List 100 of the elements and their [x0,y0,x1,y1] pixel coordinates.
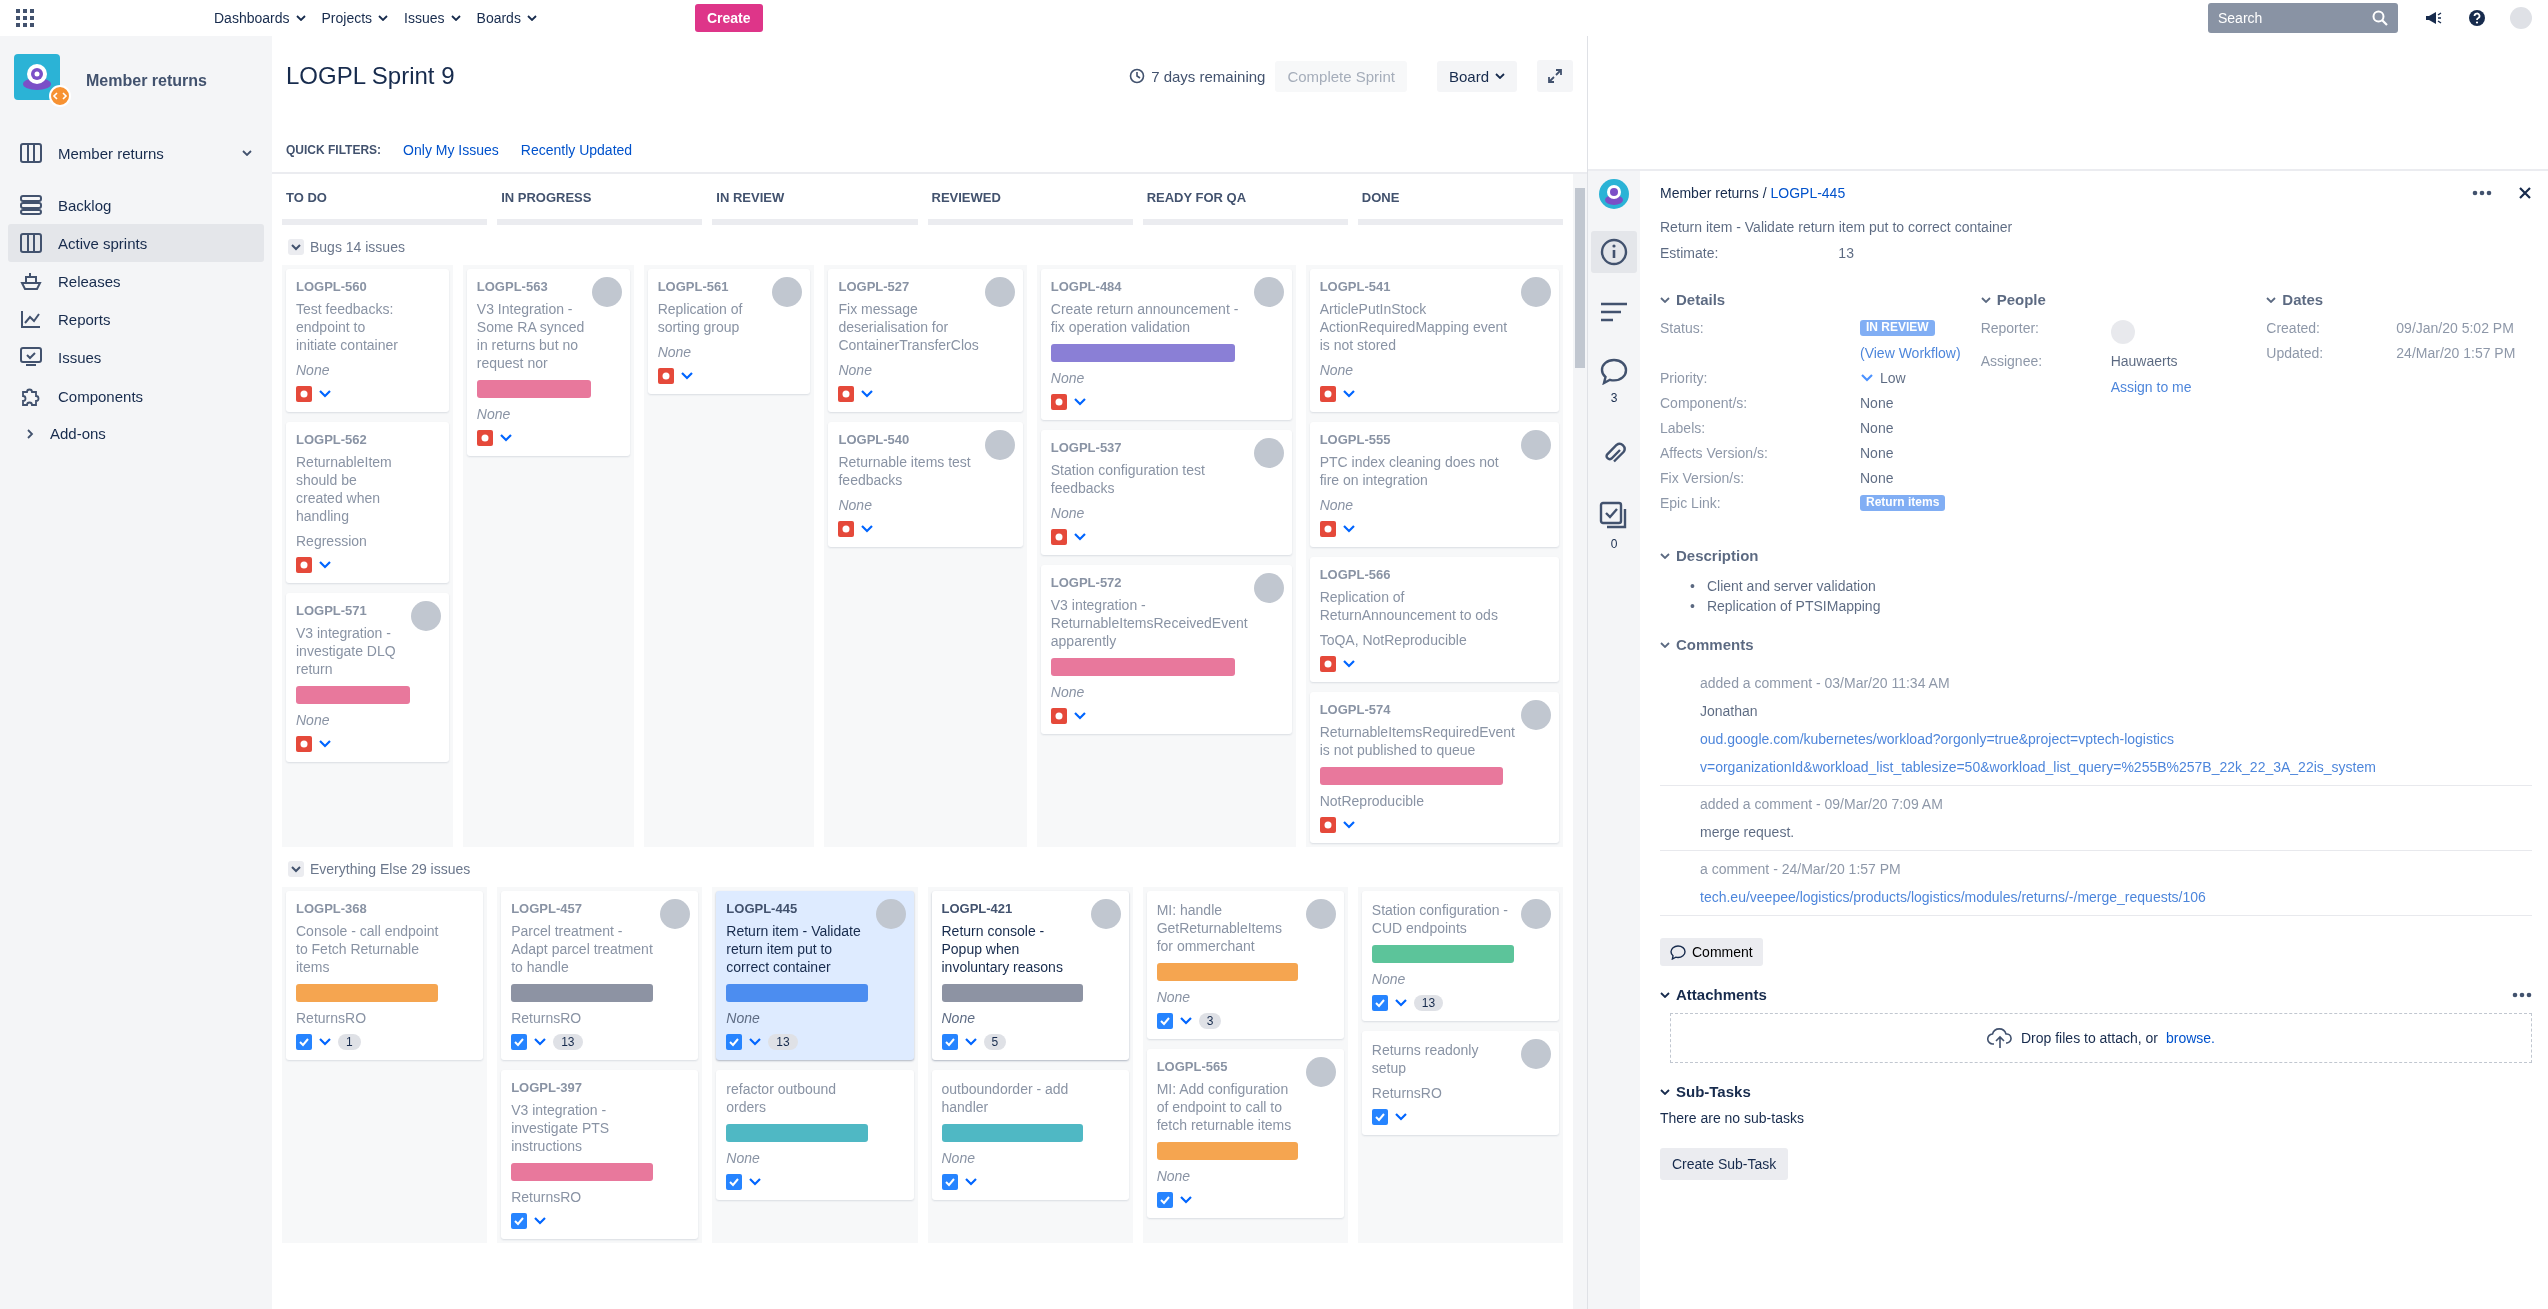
issue-card[interactable]: outboundorder - add handler None [931,1070,1129,1200]
scrollbar[interactable] [1573,174,1587,1309]
field-label: Created: [2266,320,2321,336]
board-button[interactable]: Board [1436,60,1517,92]
issue-card[interactable]: LOGPL-562 ReturnableItem should be created when handling Regression [286,422,449,583]
swimlane-header[interactable]: Bugs 14 issues [282,225,1563,265]
issue-key[interactable]: LOGPL-561 [657,279,729,294]
issue-card[interactable]: Station configuration - CUD endpoints None 13 [1361,891,1559,1021]
issue-key[interactable]: LOGPL-421 [941,901,1013,916]
expand-button[interactable] [1537,60,1573,92]
issue-card[interactable]: LOGPL-566 Replication of ReturnAnnouncement to ods ToQA, NotReproducible [1309,557,1559,682]
issue-card[interactable]: LOGPL-540 Returnable items test feedbacks None [828,422,1023,547]
close-icon[interactable] [2518,186,2532,200]
help-icon[interactable] [2468,9,2486,27]
issue-card[interactable]: Returns readonly setup ReturnsRO [1361,1031,1559,1135]
complete-sprint-button[interactable]: Complete Sprint [1275,60,1407,92]
section-header[interactable]: People [1980,291,2247,308]
issue-card[interactable]: LOGPL-572 V3 integration - ReturnableItemsReceivedEvent apparently None [1040,565,1292,734]
assign-link[interactable]: Assign to me [2110,379,2247,395]
issue-key[interactable]: LOGPL-574 [1319,702,1391,717]
nav-menu[interactable]: Projects [313,6,397,30]
issue-card[interactable]: refactor outbound orders None [716,1070,914,1200]
section-header[interactable]: Description [1660,547,2532,564]
remaining-time: 7 days remaining [1151,67,1266,85]
issue-card[interactable]: LOGPL-537 Station configuration test feedbacks None [1040,430,1292,555]
issue-title: MI: handle GetReturnableItems for ommerchant [1156,901,1283,955]
section-header[interactable]: Attachments [1660,986,1767,1003]
apps-grid-icon[interactable] [16,9,34,27]
board-selector[interactable]: Member returns [8,134,264,172]
priority-icon [1341,659,1356,669]
swimlane-header[interactable]: Everything Else 29 issues [282,847,1563,887]
comment-button[interactable]: Comment [1660,938,1763,966]
issue-card[interactable]: LOGPL-421 Return console - Popup when involuntary reasons None 5 [931,891,1129,1060]
issue-key[interactable]: LOGPL-537 [1050,440,1122,455]
issue-card[interactable]: LOGPL-561 Replication of sorting group None [647,269,811,394]
section-header[interactable]: Details [1660,291,1961,308]
caret-icon [1660,552,1670,559]
issue-key[interactable]: LOGPL-563 [476,279,548,294]
megaphone-icon[interactable] [2424,10,2442,26]
sidebar-item[interactable]: Reports [8,300,264,338]
workflow-link[interactable]: (View Workflow) [1860,345,1961,361]
issue-card[interactable]: LOGPL-484 Create return announcement - fix operation validation None [1040,269,1292,420]
sidebar-item[interactable]: Releases [8,262,264,300]
issue-key[interactable]: LOGPL-484 [1050,279,1122,294]
panel-tab[interactable]: 3 [1591,351,1637,411]
sidebar-item[interactable]: Backlog [8,186,264,224]
issue-key[interactable]: LOGPL-565 [1156,1059,1228,1074]
search-field[interactable]: Search [2208,3,2398,33]
sidebar-item[interactable]: Components [8,376,264,416]
issue-card[interactable]: LOGPL-571 V3 integration - investigate DLQ return None [286,593,449,762]
issue-key[interactable]: LOGPL-527 [838,279,910,294]
issue-card[interactable]: LOGPL-397 V3 integration - investigate PTS instructions ReturnsRO [501,1070,699,1239]
sidebar-item[interactable]: Active sprints [8,224,264,262]
issue-key[interactable]: LOGPL-560 [296,279,367,294]
issue-card[interactable]: LOGPL-527 Fix message deserialisation for ContainerTransferClos None [828,269,1023,412]
browse-link[interactable]: browse. [2165,1030,2215,1046]
issue-key[interactable]: LOGPL-541 [1319,279,1391,294]
issue-key[interactable]: LOGPL-566 [1319,567,1391,582]
quick-filter[interactable]: Only My Issues [403,140,499,160]
issue-key[interactable]: LOGPL-571 [296,603,367,618]
issue-key[interactable]: LOGPL-457 [511,901,582,916]
issue-card[interactable]: LOGPL-565 MI: Add configuration of endpoint to call to fetch returnable items None [1146,1049,1344,1218]
section-header[interactable]: Sub-Tasks [1660,1083,1751,1100]
issue-key[interactable]: LOGPL-555 [1319,432,1391,447]
panel-tab[interactable] [1591,231,1637,273]
drop-zone[interactable]: Drop files to attach, or browse. [1670,1013,2532,1063]
search-icon [2372,10,2388,26]
issue-card[interactable]: LOGPL-541 ArticlePutInStock ActionRequiredMapping event is not stored None [1309,269,1559,412]
issue-card[interactable]: LOGPL-457 Parcel treatment - Adapt parcel treatment to handle ReturnsRO 13 [501,891,699,1060]
create-subtask-button[interactable]: Create Sub-Task [1660,1148,1789,1180]
section-header[interactable]: Dates [2266,291,2532,308]
chevron-down-icon [288,861,304,877]
more-icon[interactable] [2512,991,2532,998]
issue-key[interactable]: LOGPL-445 [726,901,798,916]
issue-card[interactable]: LOGPL-368 Console - call endpoint to Fetch Returnable items ReturnsRO 1 [286,891,484,1060]
issue-link[interactable]: LOGPL-445 [1770,185,1846,201]
issue-card[interactable]: LOGPL-555 PTC index cleaning does not fire on integration None [1309,422,1559,547]
nav-menu[interactable]: Dashboards [206,6,314,30]
issue-key[interactable]: LOGPL-397 [511,1080,582,1095]
issue-card[interactable]: LOGPL-445 Return item - Validate return item put to correct container None 13 [716,891,914,1060]
cloud-upload-icon [1987,1027,2013,1049]
issue-card[interactable]: LOGPL-560 Test feedbacks: endpoint to initiate container None [286,269,449,412]
issue-card[interactable]: MI: handle GetReturnableItems for ommerchant None 3 [1146,891,1344,1039]
nav-menu[interactable]: Boards [468,6,545,30]
issue-key[interactable]: LOGPL-540 [838,432,910,447]
sidebar-item[interactable]: Add-ons [8,416,264,451]
nav-menu[interactable]: Issues [396,6,469,30]
issue-key[interactable]: LOGPL-562 [296,432,367,447]
issue-card[interactable]: LOGPL-574 ReturnableItemsRequiredEvent is not published to queue NotReproducible [1309,692,1559,843]
section-header[interactable]: Comments [1660,636,2532,653]
issue-card[interactable]: LOGPL-563 V3 Integration - Some RA synced in returns but no request nor None [466,269,630,456]
sidebar-item[interactable]: Issues [8,338,264,376]
panel-tab[interactable]: 0 [1591,495,1637,557]
more-icon[interactable] [2472,190,2492,196]
project-avatar-icon [1599,179,1629,209]
quick-filter[interactable]: Recently Updated [520,140,633,160]
issue-key[interactable]: LOGPL-368 [296,901,367,916]
issue-key[interactable]: LOGPL-572 [1050,575,1122,590]
create-button[interactable]: Create [694,4,763,32]
card-field: None [657,344,801,360]
